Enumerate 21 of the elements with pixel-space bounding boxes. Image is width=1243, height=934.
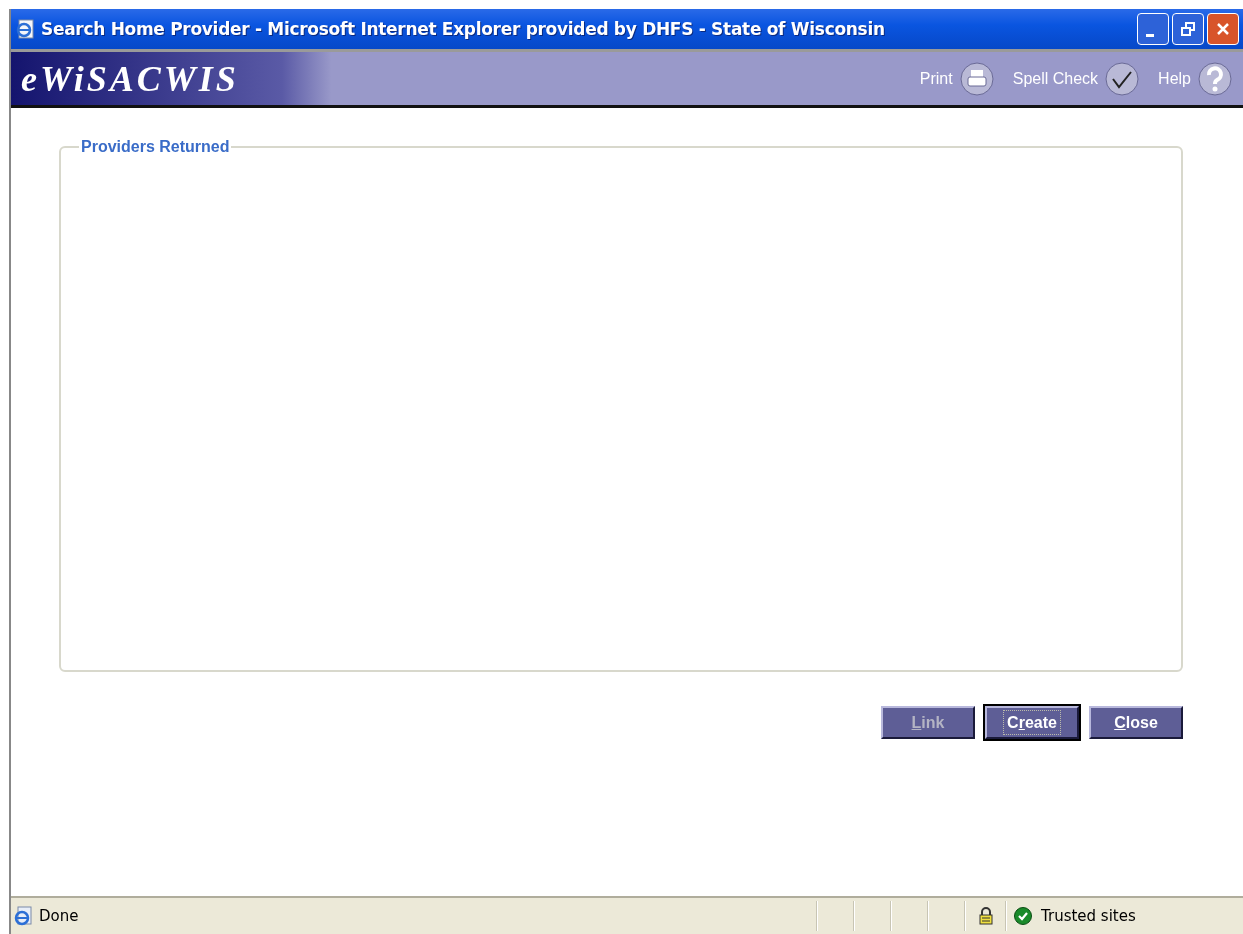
restore-button[interactable] <box>1172 13 1204 45</box>
minimize-icon <box>1146 33 1154 37</box>
restore-icon <box>1178 19 1198 39</box>
toolbar-link[interactable]: Help <box>1158 60 1233 97</box>
panel-title: Providers Returned <box>80 138 231 156</box>
check-icon <box>1013 906 1033 926</box>
browser-icon <box>15 19 35 39</box>
window-title: Search Home Provider - Microsoft Internet Explorer provided by DHFS - State of Wisconsin <box>41 19 886 39</box>
zone-text: Trusted sites <box>1041 907 1136 925</box>
spell-check-icon <box>1104 60 1141 97</box>
printer-icon <box>958 60 995 97</box>
toolbar-link[interactable]: Spell Check <box>1012 60 1141 97</box>
minimize-button[interactable] <box>1137 13 1169 45</box>
page-icon <box>13 906 33 926</box>
status-text: Done <box>39 907 79 925</box>
close-button[interactable] <box>1207 13 1239 45</box>
action-button[interactable]: Create <box>985 706 1079 739</box>
app-logo: eWiSACWIS <box>21 57 240 100</box>
help-icon <box>1197 60 1233 97</box>
action-button[interactable]: Close <box>1089 706 1183 739</box>
toolbar-link[interactable]: Print <box>919 60 995 97</box>
